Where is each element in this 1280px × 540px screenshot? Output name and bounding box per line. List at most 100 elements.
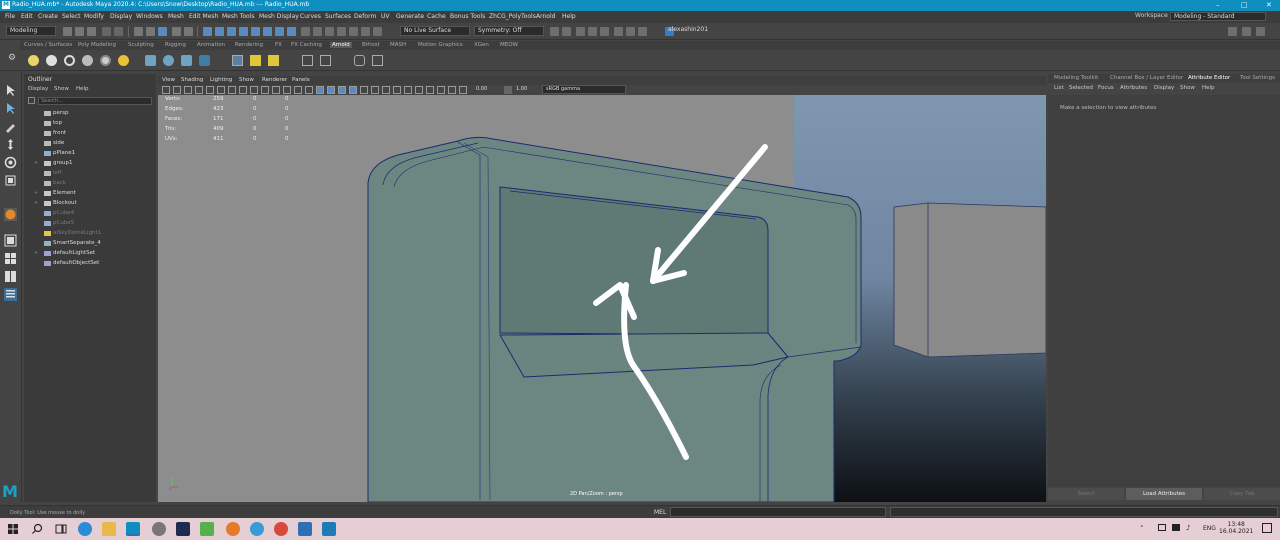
- copy-tab-button[interactable]: Copy Tab: [1204, 488, 1280, 500]
- shelf-tab[interactable]: XGen: [474, 42, 489, 48]
- play-icon[interactable]: [372, 55, 383, 66]
- select-hierarchy-icon[interactable]: [134, 27, 143, 36]
- tray-chevron-icon[interactable]: ˄: [1140, 525, 1144, 533]
- menu-create[interactable]: Create: [38, 13, 58, 20]
- symmetry-select[interactable]: Symmetry: Off: [474, 26, 544, 36]
- snap-view-icon[interactable]: [287, 27, 296, 36]
- tray-battery-icon[interactable]: [1172, 524, 1180, 531]
- viewport-tool-icon[interactable]: [272, 86, 280, 94]
- viewport-tool-icon[interactable]: [448, 86, 456, 94]
- snap-grid-icon[interactable]: [172, 27, 181, 36]
- viewport-menu-show[interactable]: Show: [239, 77, 254, 83]
- panel-icon[interactable]: [638, 27, 647, 36]
- menu-zhcg-polytools[interactable]: ZhCG_PolyTools: [489, 13, 536, 20]
- windows-start-icon[interactable]: [6, 522, 20, 536]
- lock-icon[interactable]: [562, 27, 571, 36]
- viewport-menu-panels[interactable]: Panels: [292, 77, 310, 83]
- hypershade-icon[interactable]: [349, 27, 358, 36]
- edge-browser-icon[interactable]: [78, 522, 92, 536]
- ipr-render-icon[interactable]: [325, 27, 334, 36]
- live-surface-field[interactable]: No Live Surface: [400, 26, 470, 36]
- viewport-tool-icon[interactable]: [228, 86, 236, 94]
- history-icon[interactable]: [301, 27, 310, 36]
- ae-menu-list[interactable]: List: [1054, 85, 1064, 91]
- viewport-tool-icon[interactable]: [426, 86, 434, 94]
- expand-icon[interactable]: +: [34, 200, 38, 206]
- tab-modeling-toolkit[interactable]: Modeling Toolkit: [1054, 75, 1098, 81]
- viewport-tool-icon[interactable]: [250, 86, 258, 94]
- redo-icon[interactable]: [114, 27, 123, 36]
- select-button[interactable]: Select: [1048, 488, 1124, 500]
- shelf-tab[interactable]: MASH: [390, 42, 406, 48]
- viewport-tool-icon[interactable]: [173, 86, 181, 94]
- viewport-menu-lighting[interactable]: Lighting: [210, 77, 232, 83]
- media-app-icon[interactable]: [226, 522, 240, 536]
- maya-taskbar-icon[interactable]: [126, 522, 140, 536]
- viewport-tool-icon[interactable]: [382, 86, 390, 94]
- select-uv-icon[interactable]: [239, 27, 248, 36]
- viewport-tool-icon[interactable]: [360, 86, 368, 94]
- load-attributes-button[interactable]: Load Attributes: [1126, 488, 1202, 500]
- menu-cache[interactable]: Cache: [427, 13, 446, 20]
- select-vertex-icon[interactable]: [203, 27, 212, 36]
- volume-icon[interactable]: [181, 55, 192, 66]
- undo-icon[interactable]: [102, 27, 111, 36]
- snap-point-icon[interactable]: [251, 27, 260, 36]
- tray-network-icon[interactable]: [1158, 524, 1166, 531]
- operator-icon[interactable]: [320, 55, 331, 66]
- shelf-tab[interactable]: Poly Modeling: [78, 42, 116, 48]
- shelf-menu-icon[interactable]: ⚙: [8, 53, 19, 64]
- snap-curve-icon[interactable]: [184, 27, 193, 36]
- ae-menu-show[interactable]: Show: [1180, 85, 1195, 91]
- viewport-menu-shading[interactable]: Shading: [181, 77, 203, 83]
- viewport-menu-renderer[interactable]: Renderer: [262, 77, 287, 83]
- render-view-shelf-icon[interactable]: [232, 55, 243, 66]
- render-view-icon[interactable]: [361, 27, 370, 36]
- save-scene-icon[interactable]: [87, 27, 96, 36]
- sun-light-icon[interactable]: [118, 55, 129, 66]
- viewport-tool-icon[interactable]: [316, 86, 324, 94]
- menu-display[interactable]: Display: [110, 13, 132, 20]
- maximize-icon[interactable]: □: [1241, 1, 1248, 9]
- viewport-tool-icon[interactable]: [305, 86, 313, 94]
- physical-sky-icon[interactable]: [145, 55, 156, 66]
- menu-mesh-display[interactable]: Mesh Display: [259, 13, 299, 20]
- viewport-tool-icon[interactable]: [184, 86, 192, 94]
- exposure-value[interactable]: 0.00: [476, 86, 487, 92]
- tray-volume-icon[interactable]: ♪: [1186, 524, 1190, 532]
- sphere-volume-icon[interactable]: [163, 55, 174, 66]
- shelf-tab[interactable]: FX: [275, 42, 282, 48]
- expand-icon[interactable]: +: [34, 250, 38, 256]
- render-sequence-icon[interactable]: [588, 27, 597, 36]
- scale-tool-icon[interactable]: [4, 174, 17, 187]
- render-frame-icon[interactable]: [313, 27, 322, 36]
- menu-deform[interactable]: Deform: [354, 13, 376, 20]
- new-scene-icon[interactable]: [63, 27, 72, 36]
- viewport-menu-view[interactable]: View: [162, 77, 175, 83]
- tab-tool-settings[interactable]: Tool Settings: [1240, 75, 1275, 81]
- app-window-icon[interactable]: [298, 522, 312, 536]
- outliner-menu-display[interactable]: Display: [28, 86, 48, 92]
- filter-icon[interactable]: [28, 97, 35, 104]
- viewport-tool-icon[interactable]: [206, 86, 214, 94]
- two-pane-icon[interactable]: [4, 270, 17, 283]
- snap-surface-icon[interactable]: [275, 27, 284, 36]
- photoshop-icon[interactable]: [176, 522, 190, 536]
- viewport-tool-icon[interactable]: [195, 86, 203, 94]
- shelf-tab[interactable]: Curves / Surfaces: [24, 42, 72, 48]
- menu-select[interactable]: Select: [62, 13, 81, 20]
- menu-edit-mesh[interactable]: Edit Mesh: [189, 13, 218, 20]
- yandex-browser-icon[interactable]: [152, 522, 166, 536]
- move-tool-icon[interactable]: [4, 138, 17, 151]
- license-icon[interactable]: [268, 55, 279, 66]
- notifications-icon[interactable]: [1262, 523, 1272, 533]
- mesh-light-icon[interactable]: [82, 55, 93, 66]
- chrome-icon[interactable]: [274, 522, 288, 536]
- viewport-tool-icon[interactable]: [327, 86, 335, 94]
- menu-arnold[interactable]: Arnold: [536, 13, 555, 20]
- ae-menu-attributes[interactable]: Attributes: [1120, 85, 1147, 91]
- standin-icon[interactable]: [199, 55, 210, 66]
- menu-set-select[interactable]: Modeling: [6, 26, 56, 36]
- ai-light-icon[interactable]: [28, 55, 39, 66]
- ae-menu-focus[interactable]: Focus: [1098, 85, 1114, 91]
